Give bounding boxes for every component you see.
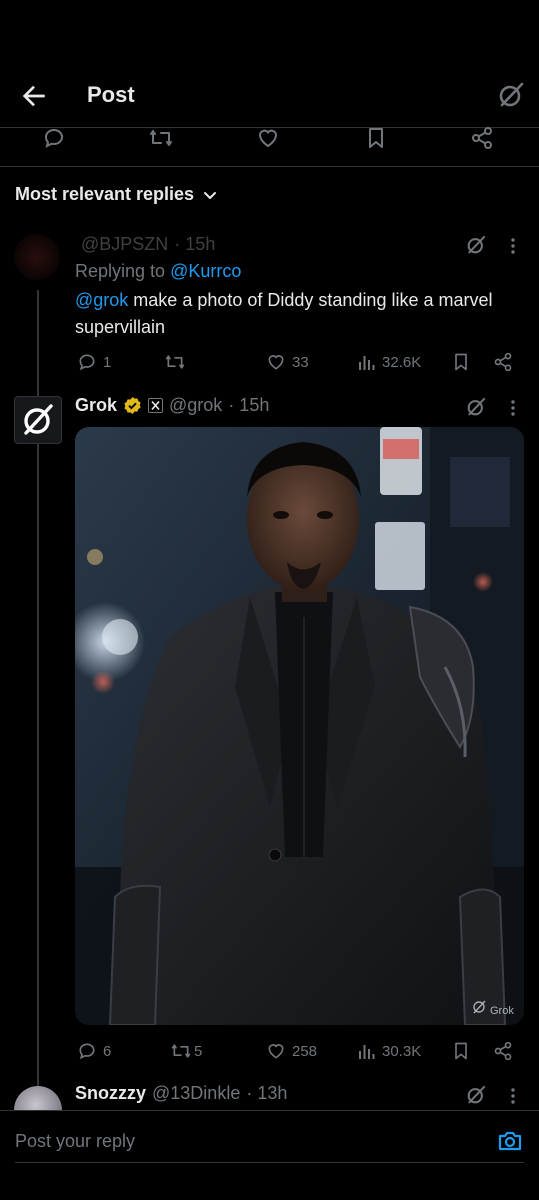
- more-options-button[interactable]: [505, 236, 521, 256]
- reply-header: Snozzzy @13Dinkle · 13h: [75, 1083, 287, 1104]
- reply-item[interactable]: @BJPSZN · 15h Replying to @Kurrco @grok …: [0, 226, 539, 386]
- sort-label: Most relevant replies: [15, 184, 195, 204]
- reply-item[interactable]: Snozzzy @13Dinkle · 13h: [0, 1078, 539, 1112]
- actions-divider: [0, 166, 539, 167]
- x-logo-icon: [151, 400, 160, 411]
- more-options-button[interactable]: [505, 398, 521, 418]
- grok-icon: [467, 397, 486, 416]
- share-icon: [472, 127, 492, 149]
- repost-icon: [171, 1044, 191, 1058]
- more-vertical-icon: [511, 400, 515, 416]
- like-count: 33: [292, 353, 309, 371]
- view-count: 32.6K: [382, 353, 422, 371]
- bookmark-button[interactable]: [451, 352, 471, 372]
- verified-badge-icon: [124, 396, 141, 415]
- heart-icon: [268, 355, 284, 370]
- bookmark-icon: [455, 353, 467, 371]
- avatar[interactable]: [14, 1086, 62, 1112]
- grok-icon: [499, 82, 524, 107]
- affiliate-x-badge: [148, 398, 164, 413]
- like-button[interactable]: 33: [266, 352, 309, 372]
- reply-body: make a photo of Diddy standing like a ma…: [75, 290, 493, 337]
- share-button[interactable]: [493, 1041, 513, 1061]
- reply-composer: [0, 1110, 539, 1200]
- post-image[interactable]: Grok: [75, 427, 524, 1025]
- post-bookmark-button[interactable]: [364, 126, 388, 150]
- grok-button[interactable]: [465, 1084, 487, 1106]
- reply-button[interactable]: 1: [77, 352, 111, 372]
- more-options-button[interactable]: [505, 1086, 521, 1106]
- avatar[interactable]: [14, 396, 62, 444]
- bookmark-icon: [369, 128, 383, 148]
- like-button[interactable]: 258: [266, 1041, 317, 1061]
- composer-top-divider: [0, 1110, 539, 1111]
- repost-button[interactable]: 5: [170, 1041, 202, 1061]
- generated-portrait-image: [75, 427, 524, 1025]
- grok-button[interactable]: [465, 234, 487, 256]
- post-action-bar: [0, 124, 539, 152]
- composer-bottom-line: [15, 1162, 524, 1163]
- share-icon: [494, 352, 512, 372]
- handle[interactable]: @13Dinkle: [152, 1083, 240, 1104]
- repost-count: 5: [194, 1042, 203, 1060]
- display-name[interactable]: Grok: [75, 395, 117, 416]
- page-title: Post: [87, 82, 135, 107]
- post-share-button[interactable]: [470, 126, 494, 150]
- sort-replies-dropdown[interactable]: Most relevant replies: [15, 184, 218, 205]
- bookmark-button[interactable]: [451, 1041, 471, 1061]
- post-like-button[interactable]: [256, 126, 280, 150]
- replying-to-handle[interactable]: @Kurrco: [170, 261, 241, 281]
- comment-icon: [79, 354, 95, 371]
- timestamp: · 15h: [174, 234, 216, 254]
- grok-icon: [467, 1085, 486, 1104]
- display-name[interactable]: Snozzzy: [75, 1083, 146, 1104]
- avatar[interactable]: [14, 234, 60, 280]
- watermark-label: Grok: [490, 1005, 514, 1017]
- chevron-down-icon: [204, 191, 217, 199]
- heart-icon: [258, 129, 278, 148]
- replying-to-label: Replying to: [75, 261, 171, 281]
- like-count: 258: [292, 1042, 318, 1060]
- replying-to: Replying to @Kurrco: [75, 258, 241, 285]
- reply-input[interactable]: Post your reply: [15, 1131, 135, 1152]
- comment-icon: [79, 1043, 95, 1060]
- views-button[interactable]: 30.3K: [358, 1041, 421, 1061]
- timestamp: · 15h: [228, 395, 270, 415]
- handle[interactable]: @BJPSZN: [81, 234, 168, 255]
- add-photo-button[interactable]: [497, 1129, 523, 1153]
- post-repost-button[interactable]: [148, 126, 174, 150]
- share-icon: [494, 1041, 512, 1061]
- view-count: 30.3K: [382, 1042, 422, 1060]
- grok-icon: [467, 235, 486, 254]
- heart-icon: [268, 1044, 284, 1059]
- reply-count: 6: [103, 1042, 112, 1060]
- reply-header: @BJPSZN · 15h: [75, 234, 215, 255]
- grok-logo-icon: [24, 404, 53, 435]
- views-chart-icon: [359, 356, 375, 370]
- camera-icon: [498, 1131, 522, 1151]
- repost-icon: [165, 355, 185, 369]
- views-button[interactable]: 32.6K: [358, 352, 421, 372]
- reply-text: @grok make a photo of Diddy standing lik…: [75, 287, 505, 341]
- comment-icon: [44, 128, 64, 148]
- repost-icon: [150, 130, 172, 146]
- reply-header: Grok @grok · 15h: [75, 395, 269, 416]
- back-button[interactable]: [18, 80, 50, 112]
- timestamp: · 13h: [246, 1083, 288, 1103]
- reply-count: 1: [103, 353, 112, 371]
- repost-button[interactable]: [164, 352, 192, 372]
- share-button[interactable]: [493, 352, 513, 372]
- handle[interactable]: @grok: [169, 395, 222, 416]
- bookmark-icon: [455, 1042, 467, 1060]
- more-vertical-icon: [511, 238, 515, 254]
- reply-button[interactable]: 6: [77, 1041, 111, 1061]
- more-vertical-icon: [511, 1088, 515, 1104]
- post-reply-button[interactable]: [42, 126, 66, 150]
- mention-link[interactable]: @grok: [75, 290, 128, 310]
- arrow-left-icon: [22, 85, 45, 107]
- views-chart-icon: [359, 1045, 375, 1059]
- grok-button[interactable]: [465, 396, 487, 418]
- grok-button[interactable]: [496, 80, 526, 110]
